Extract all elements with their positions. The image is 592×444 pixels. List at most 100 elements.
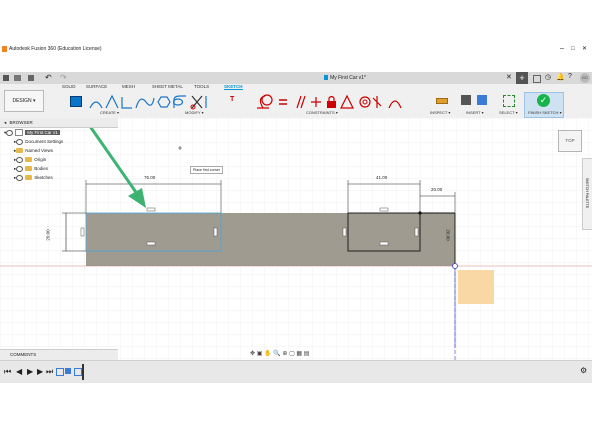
- browser-item-label: Sketches: [34, 175, 53, 180]
- ribbon-toolbar: DESIGN ▾ SOLID SURFACE MESH SHEET METAL …: [0, 84, 592, 119]
- display-settings-icon[interactable]: ▢: [289, 351, 295, 357]
- fillet-icon: [173, 95, 186, 108]
- timeline-settings-gear-icon[interactable]: ⚙: [580, 366, 587, 375]
- sketch-palette-tab[interactable]: SKETCH PALETTE: [582, 158, 592, 230]
- equal-icon: [279, 99, 287, 105]
- grid-settings-icon[interactable]: ▦: [296, 351, 302, 357]
- insert-group-label[interactable]: INSERT ▾: [466, 110, 484, 115]
- job-status-icon[interactable]: ◷: [545, 73, 551, 81]
- timeline-sketch-icon[interactable]: [56, 368, 64, 376]
- select-group-label[interactable]: SELECT ▾: [499, 110, 518, 115]
- browser-root-label: My First Car v1: [25, 130, 60, 135]
- design-canvas[interactable]: 76.00 41.00 20.00 20.00 20.00 Place firs…: [0, 118, 592, 360]
- timeline-marker[interactable]: [82, 364, 84, 380]
- rectangle-icon[interactable]: [70, 96, 82, 107]
- tab-sheet-metal[interactable]: SHEET METAL: [152, 84, 183, 89]
- notifications-icon[interactable]: 🔔: [556, 73, 565, 81]
- concentric-icon: [359, 96, 371, 108]
- polyline-icon: [121, 97, 132, 109]
- insert-canvas-icon[interactable]: [461, 95, 471, 105]
- browser-header[interactable]: ◂ BROWSER: [0, 118, 118, 128]
- browser-item-named-views[interactable]: ▸ Named Views: [0, 146, 118, 155]
- create-group-label[interactable]: CREATE ▾: [100, 110, 119, 115]
- collapse-icon[interactable]: ◂: [4, 120, 6, 125]
- tab-mesh[interactable]: MESH: [122, 84, 135, 89]
- document-tab[interactable]: My First Car v1*: [250, 72, 440, 84]
- constraint-tools: [257, 94, 402, 109]
- viewcube[interactable]: TOP: [558, 130, 582, 152]
- avatar[interactable]: CC: [580, 73, 590, 83]
- extensions-icon[interactable]: [533, 75, 541, 83]
- grid-menu-icon[interactable]: [3, 75, 9, 81]
- measure-icon[interactable]: [436, 98, 448, 104]
- spline-icon: [135, 97, 155, 109]
- tab-surface[interactable]: SURFACE: [86, 84, 107, 89]
- orbit-icon[interactable]: ✥: [250, 351, 255, 357]
- triangle-icon: [340, 94, 354, 109]
- browser-item-label: Bodies: [34, 166, 49, 171]
- origin-plane: [458, 270, 494, 304]
- dimension-76[interactable]: 76.00: [144, 175, 156, 181]
- browser-item-origin[interactable]: ▸ Origin: [0, 155, 118, 164]
- comments-title: COMMENTS: [10, 352, 37, 357]
- viewports-icon[interactable]: ▤: [304, 351, 310, 357]
- folder-icon: [25, 157, 33, 163]
- fit-icon[interactable]: ⊕: [282, 351, 287, 357]
- browser-root-item[interactable]: ▾ My First Car v1: [0, 128, 118, 137]
- dimension-20-right[interactable]: 20.00: [445, 229, 451, 240]
- tab-solid[interactable]: SOLID: [62, 84, 76, 89]
- browser-title: BROWSER: [9, 120, 33, 125]
- visibility-icon[interactable]: [16, 174, 24, 181]
- tab-tools[interactable]: TOOLS: [194, 84, 209, 89]
- dimension-20-left[interactable]: 20.00: [45, 229, 52, 241]
- close-button[interactable]: ✕: [582, 44, 587, 54]
- select-icon[interactable]: [503, 95, 515, 107]
- new-tab-button[interactable]: +: [516, 72, 528, 84]
- file-menu-icon[interactable]: [14, 75, 21, 81]
- dimension-41[interactable]: 41.00: [376, 175, 388, 181]
- trim-icon: [191, 95, 203, 109]
- tab-sketch[interactable]: SKETCH: [224, 84, 243, 90]
- redo-icon[interactable]: ↷: [60, 73, 67, 82]
- timeline-extrude-icon[interactable]: [65, 368, 71, 374]
- close-tab-icon[interactable]: ✕: [506, 73, 512, 81]
- look-at-icon[interactable]: ▣: [257, 351, 263, 357]
- help-icon[interactable]: ?: [568, 73, 572, 80]
- constraints-group-label[interactable]: CONSTRAINTS ▾: [306, 110, 338, 115]
- folder-icon: [25, 175, 33, 181]
- go-to-start-icon[interactable]: ⏮: [4, 367, 11, 377]
- comments-panel[interactable]: COMMENTS: [0, 349, 118, 360]
- modify-group-label[interactable]: MODIFY ▾: [185, 110, 204, 115]
- document-tab-label: My First Car v1*: [330, 75, 366, 81]
- settings-gear-icon: [16, 138, 24, 145]
- inspect-group-label[interactable]: INSPECT ▾: [430, 110, 450, 115]
- browser-item-document-settings[interactable]: ▸ Document Settings: [0, 137, 118, 146]
- dimension-20-top[interactable]: 20.00: [431, 187, 443, 193]
- play-icon[interactable]: ▶: [27, 367, 33, 376]
- body-solid: [86, 213, 455, 266]
- go-to-end-icon[interactable]: ⏭: [46, 367, 53, 377]
- sketch-palette-label: SKETCH PALETTE: [585, 177, 589, 209]
- insert-image-icon[interactable]: [477, 95, 487, 105]
- browser-item-sketches[interactable]: ▸ Sketches: [0, 173, 118, 182]
- browser-item-bodies[interactable]: ▸ Bodies: [0, 164, 118, 173]
- create-tools: [89, 94, 183, 109]
- step-back-icon[interactable]: ◀: [16, 367, 22, 376]
- app-logo-icon: [2, 46, 7, 52]
- visibility-icon[interactable]: [6, 129, 14, 136]
- horizontal-icon: [311, 97, 321, 107]
- timeline-sketch-icon[interactable]: [74, 368, 82, 376]
- folder-icon: [25, 166, 33, 172]
- finish-sketch-button[interactable]: ✓ FINISH SKETCH ▾: [524, 92, 564, 118]
- zoom-icon[interactable]: 🔍: [273, 351, 280, 357]
- step-forward-icon[interactable]: ▶: [37, 367, 43, 376]
- save-icon[interactable]: [28, 75, 34, 81]
- workspace-switcher[interactable]: DESIGN ▾: [4, 90, 44, 112]
- undo-icon[interactable]: ↶: [45, 73, 52, 82]
- visibility-icon[interactable]: [16, 165, 24, 172]
- visibility-icon[interactable]: [16, 156, 24, 163]
- pan-icon[interactable]: ✋: [264, 351, 271, 357]
- text-tool-icon[interactable]: T: [230, 96, 234, 103]
- minimize-button[interactable]: –: [560, 44, 564, 54]
- maximize-button[interactable]: □: [571, 44, 575, 54]
